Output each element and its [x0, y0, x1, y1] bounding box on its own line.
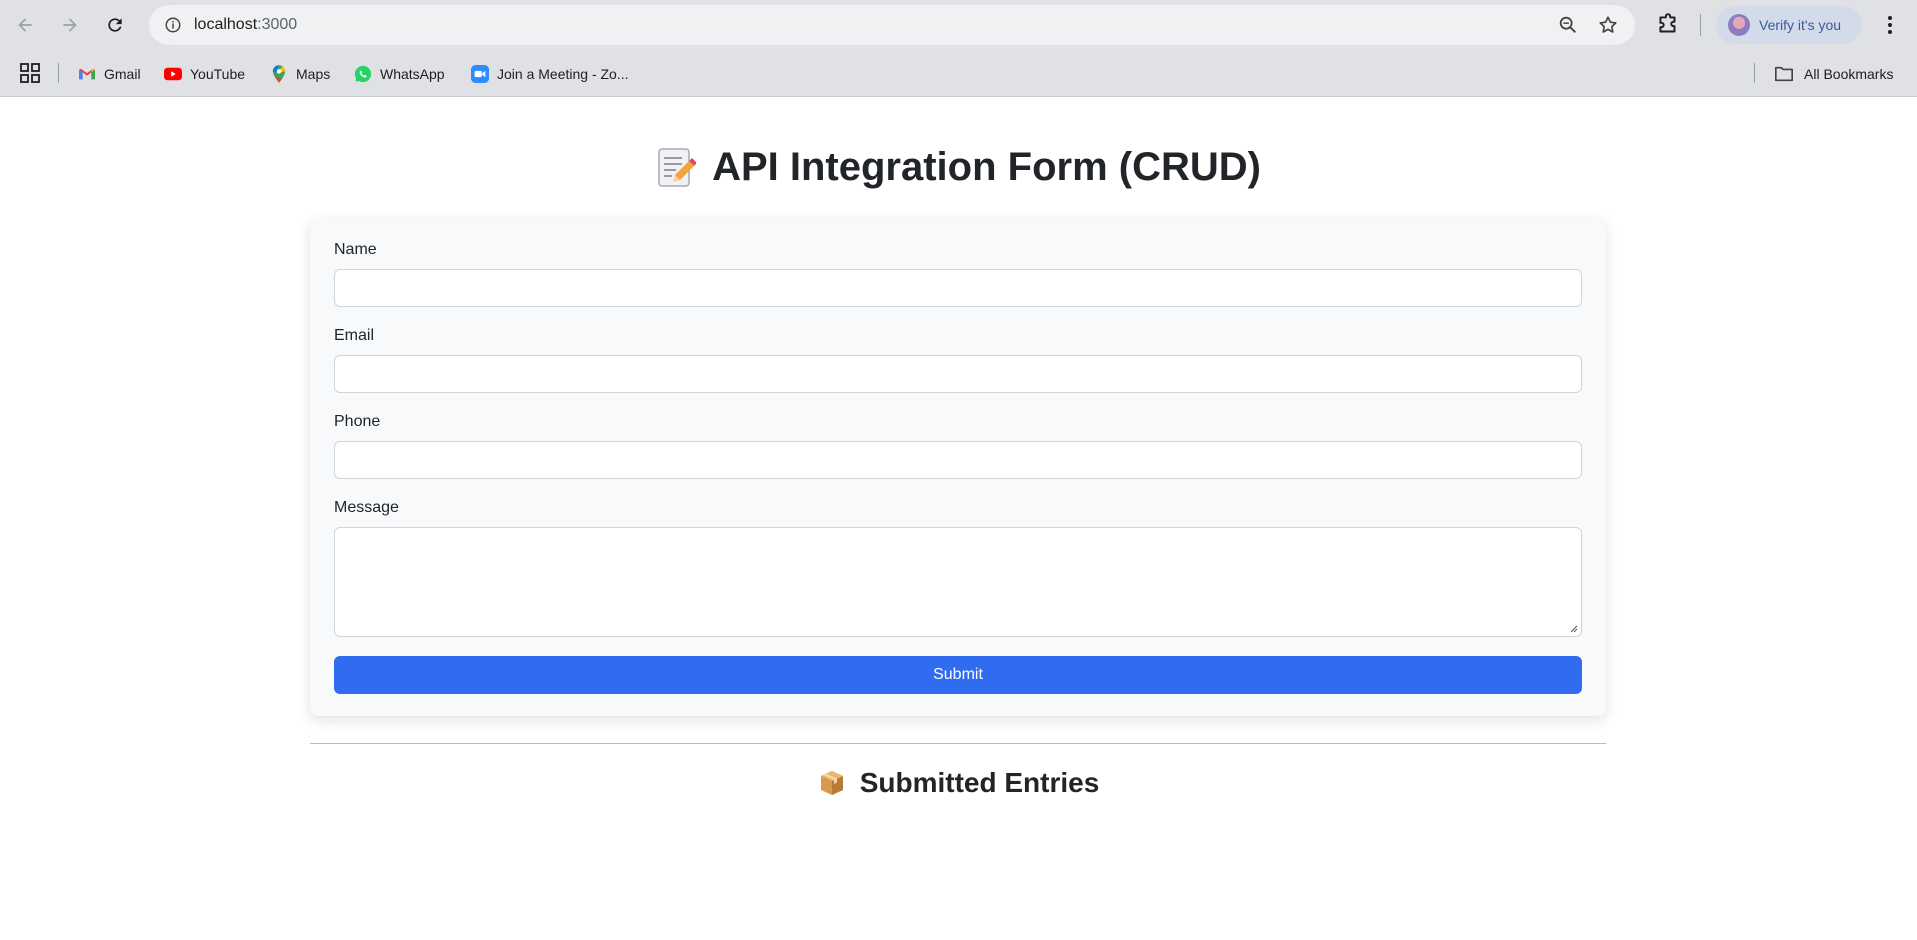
phone-label: Phone [334, 413, 381, 430]
address-bar[interactable]: localhost:3000 [149, 5, 1635, 45]
toolbar-divider [1700, 14, 1701, 36]
gmail-icon [78, 65, 96, 83]
apps-grid-icon[interactable] [20, 63, 40, 83]
message-label: Message [334, 499, 399, 516]
zoom-meeting-icon [471, 65, 489, 83]
form-card: Name Email Phone Message Submit [310, 219, 1606, 716]
maps-icon [270, 65, 288, 83]
url-text: localhost:3000 [194, 16, 297, 34]
entries-heading-text: Submitted Entries [859, 767, 1100, 798]
name-label: Name [334, 241, 377, 258]
email-input[interactable] [334, 355, 1582, 393]
avatar [1728, 14, 1750, 36]
entries-heading: Submitted Entries [0, 767, 1917, 799]
folder-icon [1775, 66, 1793, 82]
phone-input[interactable] [334, 441, 1582, 479]
message-textarea[interactable] [334, 527, 1582, 637]
profile-label: Verify it's you [1759, 17, 1842, 33]
bookmark-gmail[interactable]: Gmail [78, 62, 141, 86]
section-divider [310, 743, 1606, 744]
url-port: :3000 [257, 16, 298, 33]
youtube-icon [164, 65, 182, 83]
all-bookmarks-button[interactable]: All Bookmarks [1774, 62, 1893, 86]
bookmark-star-icon[interactable] [1597, 14, 1619, 36]
bookmark-label: Maps [296, 66, 331, 82]
page-content: API Integration Form (CRUD) Name Email P… [0, 97, 1917, 940]
all-bookmarks-label: All Bookmarks [1804, 66, 1894, 82]
reload-button[interactable] [99, 9, 131, 41]
browser-toolbar: localhost:3000 Verify it's you [0, 0, 1917, 50]
forward-button[interactable] [54, 9, 86, 41]
submit-button[interactable]: Submit [334, 656, 1582, 694]
page-title: API Integration Form (CRUD) [0, 145, 1917, 190]
url-host: localhost [194, 16, 258, 33]
bookmark-maps[interactable]: Maps [270, 62, 330, 86]
bookmarks-divider [58, 63, 59, 83]
extensions-icon[interactable] [1655, 12, 1681, 38]
bookmark-whatsapp[interactable]: WhatsApp [354, 62, 445, 86]
resize-handle-icon[interactable] [1570, 625, 1578, 633]
browser-chrome: localhost:3000 Verify it's you Gmail You… [0, 0, 1917, 97]
bookmark-youtube[interactable]: YouTube [164, 62, 245, 86]
name-input[interactable] [334, 269, 1582, 307]
reload-icon [108, 18, 122, 32]
bookmark-zoom[interactable]: Join a Meeting - Zo... [471, 62, 629, 86]
bookmark-label: YouTube [190, 66, 246, 82]
page-title-text: API Integration Form (CRUD) [712, 145, 1261, 189]
zoom-icon[interactable] [1557, 14, 1579, 36]
browser-menu-icon[interactable] [1878, 13, 1902, 37]
bookmarks-bar: Gmail YouTube Maps WhatsApp Join a Meeti… [0, 50, 1917, 96]
bookmark-label: Join a Meeting - Zo... [497, 66, 629, 82]
bookmarks-divider [1754, 63, 1755, 83]
arrow-right-icon [63, 18, 77, 32]
memo-icon [658, 147, 697, 187]
bookmark-label: Gmail [104, 66, 141, 82]
arrow-left-icon [18, 18, 32, 32]
bookmark-label: WhatsApp [380, 66, 445, 82]
package-icon [820, 771, 843, 795]
email-label: Email [334, 327, 375, 344]
back-button[interactable] [9, 9, 41, 41]
site-info-icon[interactable] [159, 11, 187, 39]
whatsapp-icon [354, 65, 372, 83]
profile-button[interactable]: Verify it's you [1716, 6, 1862, 44]
